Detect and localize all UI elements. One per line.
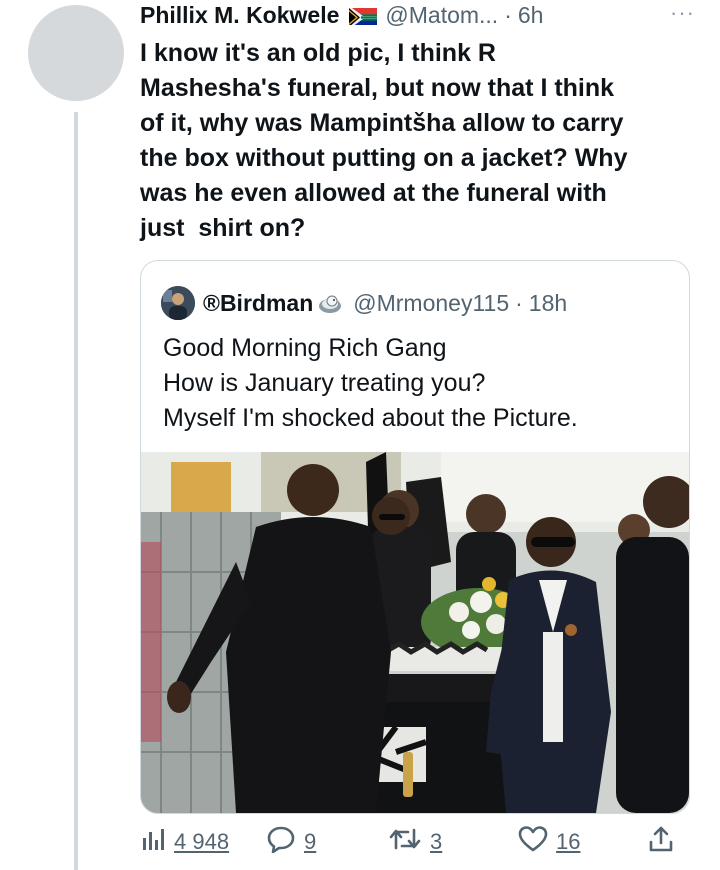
reply-count: 9 xyxy=(304,829,317,854)
quoted-photo[interactable] xyxy=(141,452,689,813)
quoted-avatar xyxy=(161,286,195,320)
quoted-text: Good Morning Rich Gang How is January tr… xyxy=(163,334,578,432)
reply-button[interactable]: 9 xyxy=(266,822,316,862)
thread-line xyxy=(74,112,78,870)
retweet-button[interactable]: 3 xyxy=(388,822,442,862)
views-icon xyxy=(140,826,166,858)
quoted-tweet[interactable]: ®Birdman @Mrmoney115 · 18h Good Morning … xyxy=(140,260,690,814)
retweet-count: 3 xyxy=(430,829,443,854)
like-button[interactable]: 16 xyxy=(518,822,580,862)
retweet-icon xyxy=(388,826,422,858)
like-icon xyxy=(518,825,548,859)
tweet-header: Phillix M. Kokwele @Matom... · 6h ··· xyxy=(140,0,695,30)
author-avatar[interactable] xyxy=(28,5,124,101)
south-africa-flag-icon xyxy=(349,6,378,25)
share-button[interactable] xyxy=(648,822,674,862)
share-icon xyxy=(648,825,674,859)
quoted-author-name[interactable]: ®Birdman xyxy=(203,290,313,317)
quoted-time[interactable]: 18h xyxy=(529,290,567,317)
author-name[interactable]: Phillix M. Kokwele xyxy=(140,2,339,29)
tweet-text: I know it's an old pic, I think R Mashes… xyxy=(140,39,628,242)
reply-icon xyxy=(266,825,296,859)
quoted-separator: · xyxy=(515,289,523,316)
more-icon[interactable]: ··· xyxy=(670,0,695,26)
bird-nest-icon xyxy=(317,292,343,314)
quoted-header: ®Birdman @Mrmoney115 · 18h xyxy=(161,285,567,321)
author-handle[interactable]: @Matom... xyxy=(385,2,498,29)
like-count: 16 xyxy=(556,829,581,854)
action-bar: 4 948 9 3 16 xyxy=(140,822,688,862)
views-button[interactable]: 4 948 xyxy=(140,822,229,862)
views-count: 4 948 xyxy=(174,829,230,854)
tweet-time[interactable]: 6h xyxy=(518,2,544,29)
separator-dot: · xyxy=(504,1,512,28)
quoted-handle[interactable]: @Mrmoney115 xyxy=(353,290,509,317)
